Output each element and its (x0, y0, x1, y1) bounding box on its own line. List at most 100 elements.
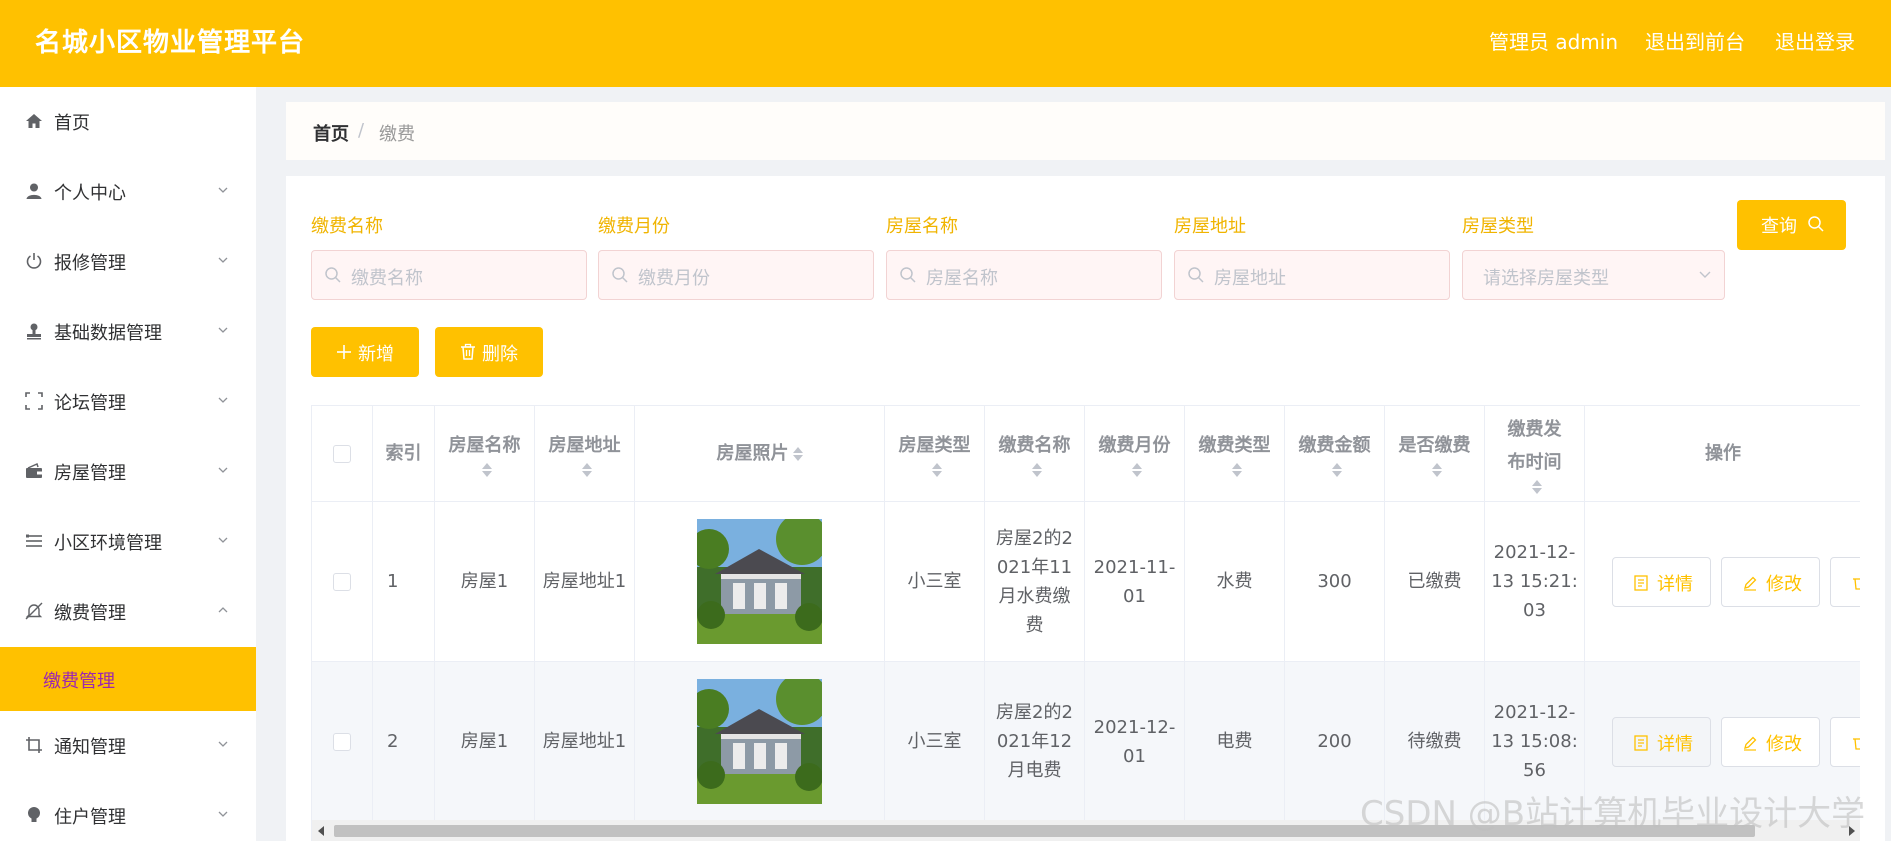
query-button-label: 查询 (1761, 216, 1797, 237)
home-icon (24, 111, 44, 131)
bulb-icon (24, 805, 44, 825)
logout-link[interactable]: 退出登录 (1775, 26, 1855, 55)
sidebar-item-home[interactable]: 首页 (0, 87, 256, 157)
index-cell: 2 (373, 662, 435, 822)
column-header-label: 房屋名称 (448, 435, 521, 456)
detail-button[interactable]: 详情 (1612, 557, 1711, 607)
sort-icon[interactable] (581, 462, 592, 478)
fee-month-input[interactable]: 缴费月份 (598, 250, 874, 300)
sidebar-item-personal[interactable]: 个人中心 (0, 157, 256, 227)
sort-icon[interactable] (1231, 462, 1242, 478)
edit-button[interactable]: 修改 (1721, 717, 1820, 767)
house-addr-placeholder: 房屋地址 (1214, 268, 1286, 289)
sort-icon[interactable] (792, 446, 803, 462)
publish-time-cell: 2021-12-13 15:21:03 (1485, 502, 1585, 662)
query-button[interactable]: 查询 (1737, 200, 1846, 250)
exit-to-front-link[interactable]: 退出到前台 (1645, 26, 1745, 55)
delete-row-button[interactable] (1830, 557, 1860, 607)
index-cell: 1 (373, 502, 435, 662)
column-header-fee-name[interactable]: 缴费名称 (985, 406, 1085, 502)
power-icon (24, 251, 44, 271)
sort-icon[interactable] (1431, 462, 1442, 478)
search-icon (1808, 216, 1824, 232)
house-photo-cell (635, 502, 885, 662)
fee-name-cell: 房屋2的2021年12月电费 (985, 662, 1085, 822)
column-header-fee-amount[interactable]: 缴费金额 (1285, 406, 1385, 502)
sidebar-item-label: 缴费管理 (54, 603, 126, 624)
column-header-house-photo[interactable]: 房屋照片 (635, 406, 885, 502)
column-header-actions: 操作 (1585, 406, 1860, 502)
column-header-publish-time[interactable]: 缴费发布时间 (1485, 406, 1585, 502)
house-name-cell: 房屋1 (435, 502, 535, 662)
house-photo[interactable] (697, 519, 822, 644)
chevron-down-icon (218, 327, 228, 333)
sidebar-item-environment[interactable]: 小区环境管理 (0, 507, 256, 577)
fee-table: 索引 房屋名称 房屋地址 房屋照片 房屋类型 缴费名称 缴费月份 缴费类型 缴费… (311, 405, 1860, 841)
column-header-fee-month[interactable]: 缴费月份 (1085, 406, 1185, 502)
list-icon (24, 531, 44, 551)
column-header-house-address[interactable]: 房屋地址 (535, 406, 635, 502)
wallet-icon (24, 461, 44, 481)
column-header-label: 缴费类型 (1198, 435, 1271, 456)
column-header-fee-type[interactable]: 缴费类型 (1185, 406, 1285, 502)
chevron-down-icon (218, 741, 228, 747)
breadcrumb-home[interactable]: 首页 (313, 120, 349, 146)
search-icon (1188, 267, 1204, 283)
house-photo-cell (635, 662, 885, 822)
edit-button[interactable]: 修改 (1721, 557, 1820, 607)
sort-icon[interactable] (1131, 462, 1142, 478)
fee-name-label: 缴费名称 (311, 216, 383, 237)
house-photo[interactable] (697, 679, 822, 804)
column-header-label: 房屋地址 (548, 435, 621, 456)
top-header: 名城小区物业管理平台 管理员 admin 退出到前台 退出登录 (0, 0, 1891, 87)
sort-icon[interactable] (931, 462, 942, 478)
sidebar-subitem-fee-management[interactable]: 缴费管理 (0, 647, 256, 711)
fee-name-cell: 房屋2的2021年11月水费缴费 (985, 502, 1085, 662)
sidebar-item-basic-data[interactable]: 基础数据管理 (0, 297, 256, 367)
sidebar-item-fee[interactable]: 缴费管理 (0, 577, 256, 647)
select-all-header (312, 406, 373, 502)
chevron-down-icon (1699, 271, 1711, 278)
detail-button-label: 详情 (1657, 734, 1693, 755)
row-checkbox[interactable] (333, 732, 351, 751)
admin-user-link[interactable]: 管理员 admin (1489, 26, 1618, 55)
house-type-cell: 小三室 (885, 662, 985, 822)
house-type-select[interactable]: 请选择房屋类型 (1462, 250, 1725, 300)
sort-icon[interactable] (481, 462, 492, 478)
column-header-house-type[interactable]: 房屋类型 (885, 406, 985, 502)
trash-icon (461, 343, 475, 360)
detail-button[interactable]: 详情 (1612, 717, 1711, 767)
house-addr-input[interactable]: 房屋地址 (1174, 250, 1450, 300)
sidebar-subitem-label: 缴费管理 (43, 671, 115, 692)
fee-type-cell: 水费 (1185, 502, 1285, 662)
sort-icon[interactable] (1031, 462, 1042, 478)
column-header-paid[interactable]: 是否缴费 (1385, 406, 1485, 502)
sidebar-item-notice[interactable]: 通知管理 (0, 711, 256, 781)
watermark: CSDN @B站计算机毕业设计大学 (1360, 794, 1866, 834)
sidebar-item-label: 报修管理 (54, 253, 126, 274)
sort-icon[interactable] (1531, 479, 1542, 495)
add-button[interactable]: 新增 (311, 327, 419, 377)
sidebar-item-resident[interactable]: 住户管理 (0, 781, 256, 841)
sidebar-item-forum[interactable]: 论坛管理 (0, 367, 256, 437)
row-checkbox[interactable] (333, 572, 351, 591)
chevron-down-icon (218, 537, 228, 543)
delete-button[interactable]: 删除 (435, 327, 543, 377)
scroll-left-arrow-icon[interactable] (318, 826, 324, 836)
delete-row-button[interactable] (1830, 717, 1860, 767)
fee-name-input[interactable]: 缴费名称 (311, 250, 587, 300)
column-header-house-name[interactable]: 房屋名称 (435, 406, 535, 502)
sort-icon[interactable] (1331, 462, 1342, 478)
sidebar-item-repair[interactable]: 报修管理 (0, 227, 256, 297)
sidebar-item-house[interactable]: 房屋管理 (0, 437, 256, 507)
sidebar-item-label: 住户管理 (54, 807, 126, 828)
fee-type-cell: 电费 (1185, 662, 1285, 822)
breadcrumb: 首页 / 缴费 (286, 102, 1885, 160)
column-header-label: 房屋类型 (898, 435, 971, 456)
house-name-input[interactable]: 房屋名称 (886, 250, 1162, 300)
select-all-checkbox[interactable] (333, 444, 351, 463)
sidebar-item-label: 通知管理 (54, 737, 126, 758)
house-name-placeholder: 房屋名称 (926, 268, 998, 289)
chevron-down-icon (218, 467, 228, 473)
main-panel: 缴费名称 缴费名称 缴费月份 缴费月份 房屋名称 房屋名称 房屋地址 房屋地址 … (286, 176, 1885, 841)
